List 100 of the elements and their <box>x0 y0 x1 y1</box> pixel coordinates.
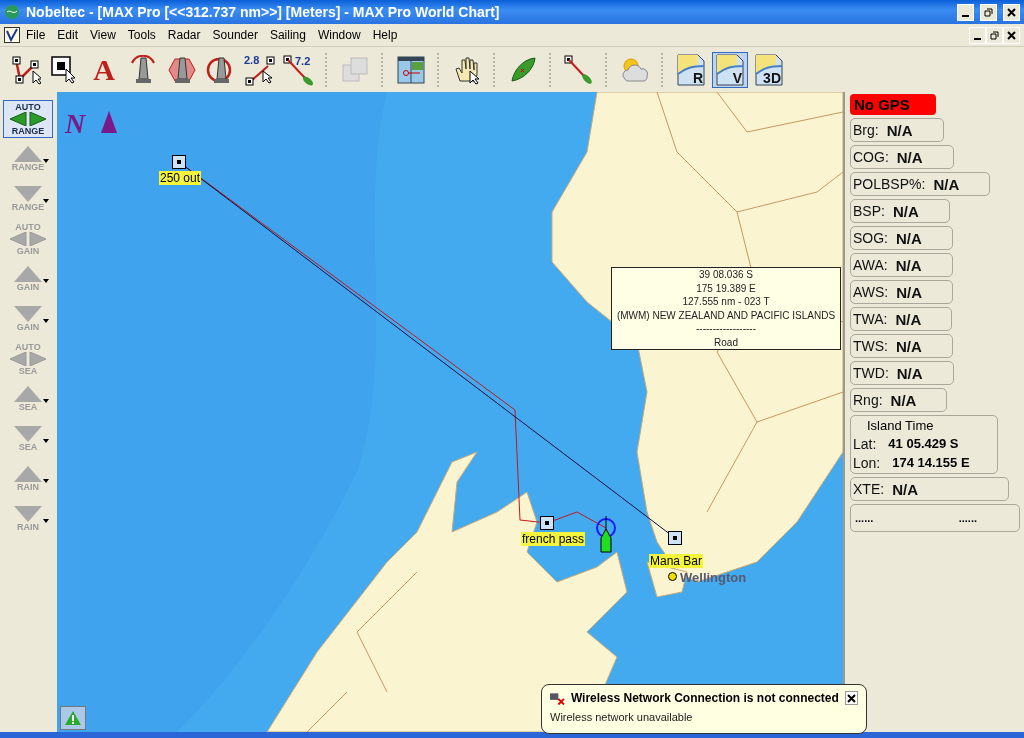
left-right-arrows-icon <box>10 352 46 366</box>
waypoint-marker[interactable] <box>668 531 682 545</box>
menu-item[interactable]: Help <box>366 26 404 44</box>
readout-value: N/A <box>896 364 923 382</box>
latitude-value: 41 05.429 S <box>888 436 959 452</box>
readout-value: ...... <box>855 512 874 524</box>
dropdown-caret-icon <box>43 279 49 283</box>
readout-label: XTE: <box>853 481 885 497</box>
readout-label: SOG: <box>853 230 888 246</box>
info-line: 175 19.389 E <box>696 281 756 295</box>
dropdown-caret-icon <box>43 439 49 443</box>
warning-icon <box>65 711 81 725</box>
restore-icon <box>984 7 993 17</box>
info-line: 127.555 nm - 023 T <box>682 295 770 309</box>
readout-value: ...... <box>958 512 977 524</box>
menu-item[interactable]: Tools <box>121 26 162 44</box>
dropdown-caret-icon <box>43 319 49 323</box>
close-icon <box>1007 30 1016 40</box>
dropdown-caret-icon <box>43 519 49 523</box>
network-disconnected-icon <box>550 691 565 705</box>
notification-message: Wireless network unavailable <box>550 711 694 723</box>
dropdown-caret-icon <box>43 399 49 403</box>
down-triangle-icon <box>14 506 42 522</box>
toolbar-button[interactable]: A <box>86 51 122 88</box>
readout-label: TWA: <box>853 311 888 327</box>
readout-label: BSP: <box>853 203 885 219</box>
info-line: Road <box>714 335 738 349</box>
readout-label: TWD: <box>853 365 889 381</box>
dropdown-caret-icon <box>43 159 49 163</box>
warning-button[interactable] <box>60 706 86 730</box>
left-right-arrows-icon <box>10 112 46 126</box>
readout-label: AWA: <box>853 257 888 273</box>
waypoint-label: Mana Bar <box>649 554 704 568</box>
route-tool-icon <box>11 54 41 85</box>
window-title: Nobeltec - [MAX Pro [<<312.737 nm>>] [Meters] - MAX Pro World Chart] <box>26 4 501 20</box>
up-triangle-icon <box>14 146 42 162</box>
restore-button[interactable] <box>986 26 1003 44</box>
readout-label: AWS: <box>853 284 889 300</box>
menu-item[interactable]: Window <box>311 26 367 44</box>
down-triangle-icon <box>14 186 42 202</box>
text-tool-label: A <box>93 54 115 85</box>
readout-label: COG: <box>853 149 889 165</box>
minimize-icon <box>962 15 969 17</box>
up-triangle-icon <box>14 466 42 482</box>
readout-label: POLBSP%: <box>853 176 926 192</box>
gps-status-badge: No GPS <box>850 94 936 115</box>
waypoint-marker[interactable] <box>540 516 554 530</box>
readout-value: N/A <box>892 202 919 220</box>
hand-icon <box>452 54 482 85</box>
north-label: N <box>65 108 86 140</box>
readout-value: N/A <box>896 283 923 301</box>
time-zone-label: Island Time <box>867 418 935 433</box>
minimize-button[interactable] <box>969 26 986 44</box>
app-globe-icon <box>4 4 20 20</box>
up-triangle-icon <box>14 386 42 402</box>
menu-item[interactable]: Sailing <box>263 26 312 44</box>
menu-item[interactable]: Sounder <box>206 26 264 44</box>
minimize-button[interactable] <box>957 3 974 21</box>
restore-button[interactable] <box>980 3 997 21</box>
north-arrow-icon <box>101 111 117 133</box>
readout-value: N/A <box>896 337 922 355</box>
document-icon[interactable] <box>4 27 20 43</box>
readout-value: N/A <box>892 480 918 498</box>
notification-title: Wireless Network Connection is not connected <box>570 691 839 705</box>
readout-label: Rng: <box>853 392 883 408</box>
close-button[interactable] <box>844 691 858 705</box>
readout-label: Lon: <box>853 455 881 471</box>
close-icon <box>1007 7 1016 17</box>
readout-value: N/A <box>896 148 923 166</box>
longitude-value: 174 14.155 E <box>892 455 970 471</box>
info-line: ------------------ <box>696 322 756 336</box>
menu-item[interactable]: File <box>20 26 52 44</box>
down-triangle-icon <box>14 306 42 322</box>
down-triangle-icon <box>14 426 42 442</box>
readout-value: N/A <box>933 175 960 193</box>
lighthouse-icon <box>128 54 158 85</box>
boat-icon <box>596 515 616 553</box>
left-right-arrows-icon <box>10 232 46 246</box>
minimize-icon <box>974 38 981 40</box>
readout-label: TWS: <box>853 338 888 354</box>
waypoint-label: french pass <box>521 532 586 546</box>
menu-item[interactable]: Radar <box>161 26 207 44</box>
lighthouse-icon <box>167 54 197 85</box>
readout-label: Lat: <box>853 436 877 452</box>
info-line: (MWM) NEW ZEALAND AND PACIFIC ISLANDS <box>616 308 836 322</box>
readout-value: N/A <box>895 310 922 328</box>
waypoint-marker[interactable] <box>172 155 186 169</box>
city-dot-icon <box>668 572 677 581</box>
restore-icon <box>990 30 999 40</box>
readout-value: N/A <box>890 391 917 409</box>
close-icon <box>846 693 856 703</box>
marker-line-icon <box>564 54 594 85</box>
readout-value: N/A <box>886 121 913 139</box>
radar-control-button[interactable]: AUTO RANGE <box>3 100 53 138</box>
dropdown-caret-icon <box>43 479 49 483</box>
toolbar-button[interactable]: 2.8 <box>242 51 278 88</box>
toolbar-button[interactable]: 7.2 <box>281 51 317 88</box>
waypoint-label: 250 out <box>159 171 202 185</box>
menu-item[interactable]: Edit <box>51 26 85 44</box>
menu-item[interactable]: View <box>84 26 122 44</box>
